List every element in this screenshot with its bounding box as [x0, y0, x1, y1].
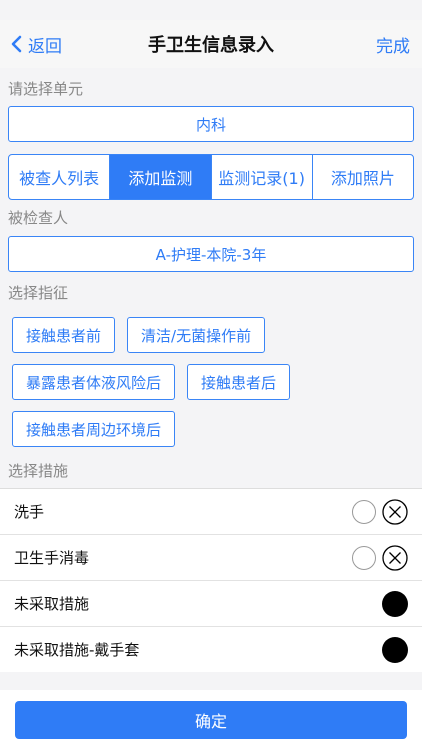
radio-filled-icon[interactable]	[382, 590, 408, 617]
measure-label: 未采取措施	[14, 595, 90, 613]
measure-label: 未采取措施-戴手套	[14, 641, 140, 659]
circle-x-icon[interactable]	[382, 544, 408, 571]
indication-chips: 接触患者前 清洁/无菌操作前 暴露患者体液风险后 接触患者后 接触患者周边环境后	[0, 317, 422, 447]
circle-x-icon[interactable]	[382, 498, 408, 525]
radio-empty-icon[interactable]	[352, 499, 376, 524]
back-label: 返回	[28, 36, 62, 57]
list-item[interactable]: 洗手	[0, 488, 422, 534]
radio-empty-icon[interactable]	[352, 545, 376, 570]
chevron-left-icon	[11, 35, 22, 53]
tab-add-monitoring[interactable]: 添加监测	[109, 155, 211, 199]
confirm-button[interactable]: 确定	[15, 701, 407, 739]
indication-chip[interactable]: 暴露患者体液风险后	[12, 364, 176, 400]
unit-label: 请选择单元	[8, 80, 84, 98]
status-bar	[0, 0, 422, 20]
footer-bar: 确定	[0, 690, 422, 750]
back-button[interactable]: 返回	[10, 20, 62, 68]
measure-label: 洗手	[14, 503, 45, 521]
person-label: 被检查人	[8, 209, 69, 227]
list-item[interactable]: 卫生手消毒	[0, 534, 422, 580]
unit-select-button[interactable]: 内科	[8, 106, 414, 142]
page-title: 手卫生信息录入	[148, 35, 274, 56]
tab-monitoring-records[interactable]: 监测记录(1)	[210, 155, 312, 199]
navigation-bar: 返回 手卫生信息录入 完成	[0, 20, 422, 68]
done-button[interactable]: 完成	[376, 20, 410, 68]
tab-add-photo[interactable]: 添加照片	[311, 155, 413, 199]
tab-bar: 被查人列表 添加监测 监测记录(1) 添加照片	[8, 154, 414, 200]
radio-filled-icon[interactable]	[382, 636, 408, 663]
tab-inspected-list[interactable]: 被查人列表	[9, 155, 109, 199]
measures-list: 洗手 卫生手消毒 未采取措施 未采取措施-戴手套	[0, 488, 422, 672]
measures-label: 选择措施	[8, 462, 69, 480]
indication-chip[interactable]: 接触患者后	[187, 364, 291, 400]
indication-chip[interactable]: 接触患者周边环境后	[12, 411, 176, 447]
list-item[interactable]: 未采取措施	[0, 580, 422, 626]
person-select-button[interactable]: A-护理-本院-3年	[8, 236, 414, 272]
indication-chip[interactable]: 清洁/无菌操作前	[127, 317, 266, 353]
list-item[interactable]: 未采取措施-戴手套	[0, 626, 422, 672]
indication-chip[interactable]: 接触患者前	[12, 317, 116, 353]
measure-label: 卫生手消毒	[14, 549, 90, 567]
indications-label: 选择指征	[8, 284, 69, 302]
